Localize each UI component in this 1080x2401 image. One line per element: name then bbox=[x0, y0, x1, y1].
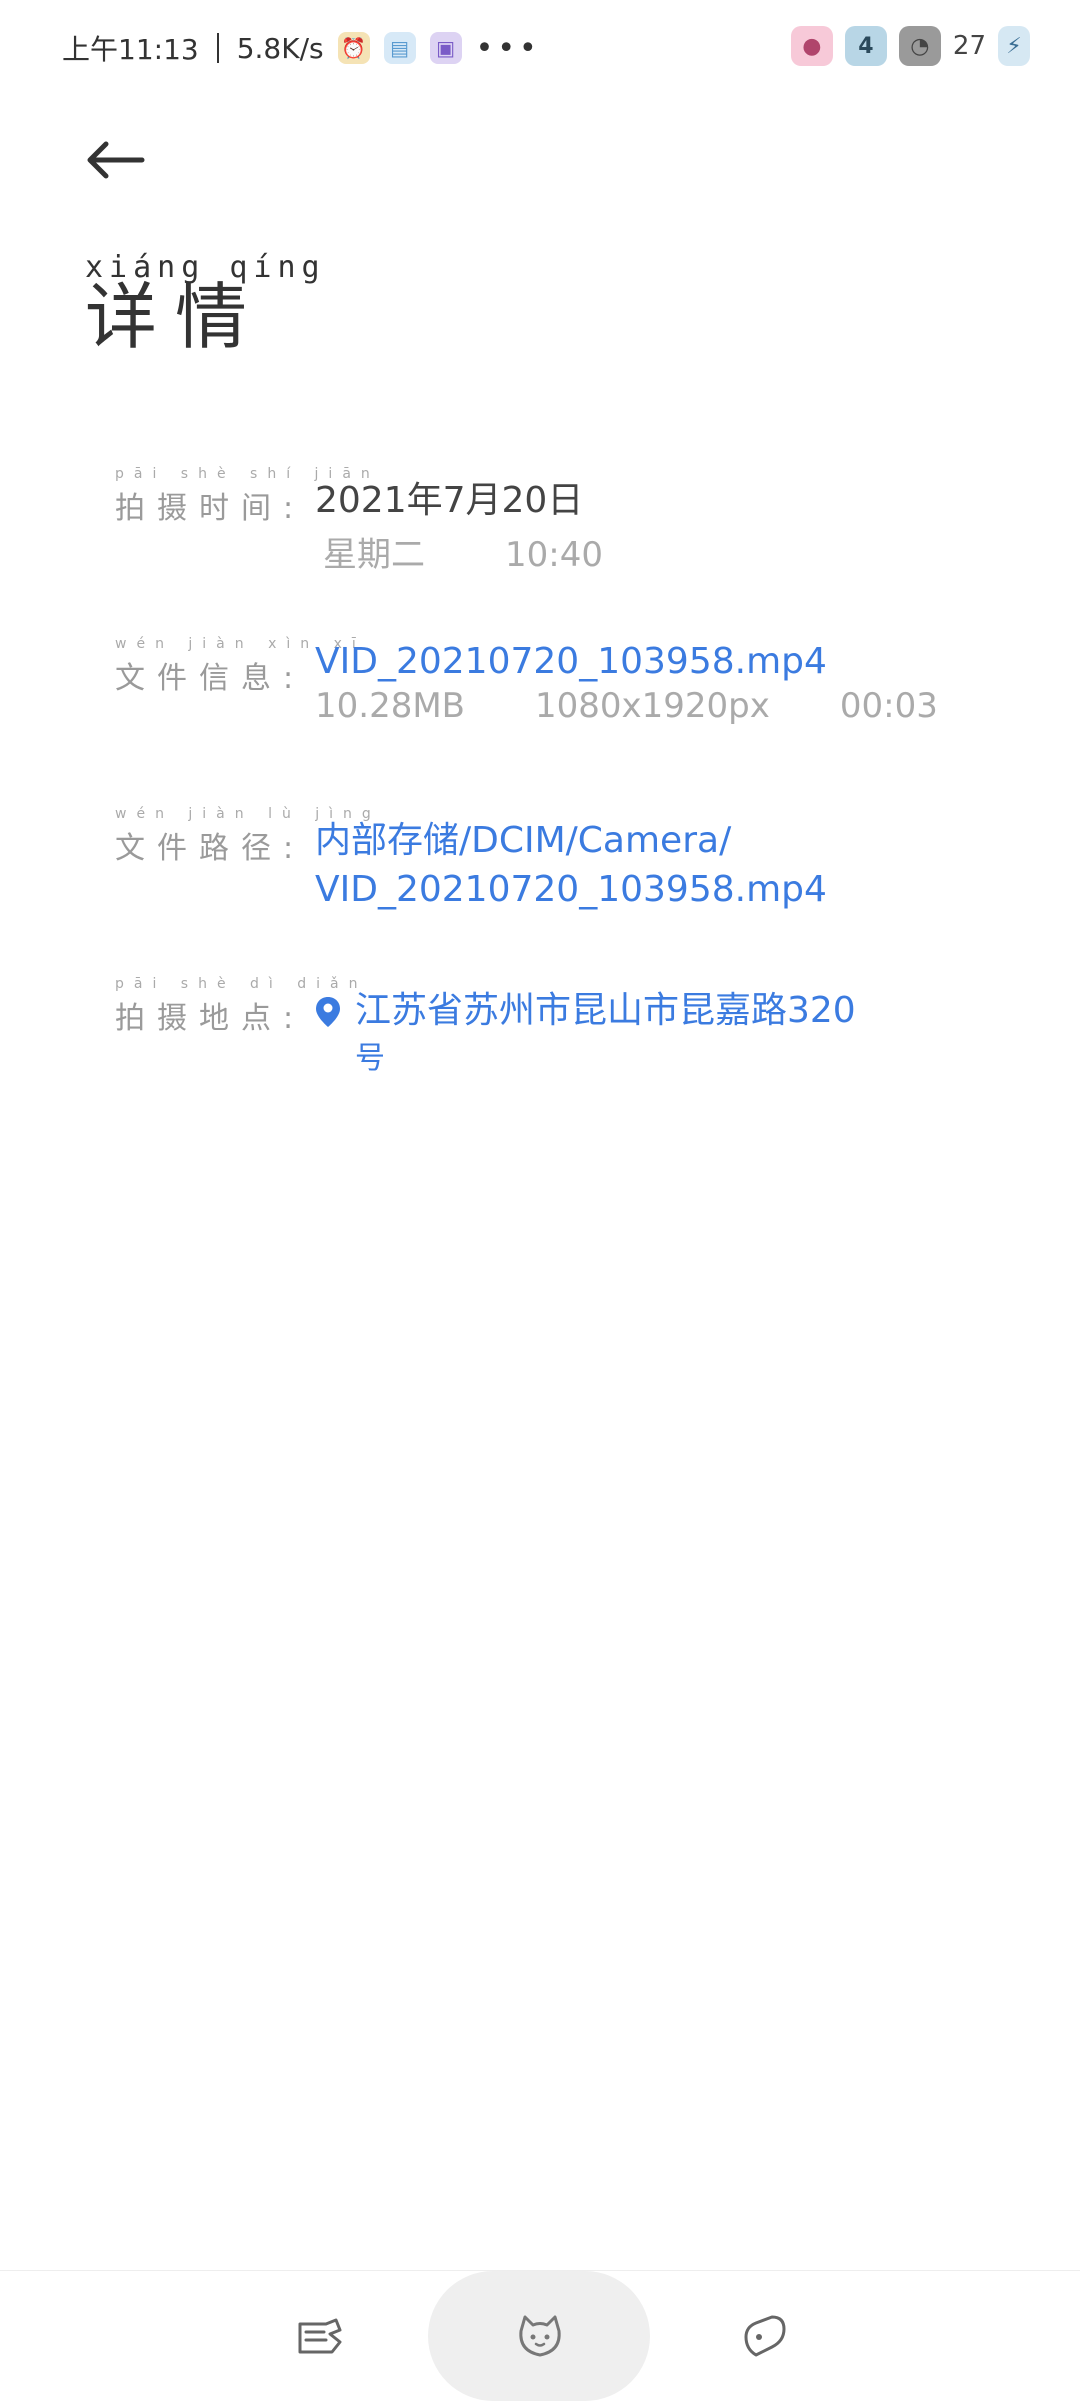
row-value: 2021年7月20日 星期二 10:40 bbox=[315, 465, 1015, 576]
edit-icon bbox=[298, 2318, 342, 2354]
page-title: 详情 bbox=[85, 275, 266, 359]
status-left: 上午11:13 5.8K/s ⏰ ▤ ▣ ••• bbox=[62, 28, 541, 68]
bottom-nav bbox=[0, 2270, 1080, 2401]
back-arrow-icon bbox=[87, 141, 145, 179]
location-line2: 号 bbox=[355, 1041, 385, 1076]
file-name[interactable]: VID_20210720_103958.mp4 bbox=[315, 641, 1015, 682]
row-label: wén jiàn lù jìng 文件路径: bbox=[115, 805, 381, 910]
gallery-icon: ▤ bbox=[383, 32, 416, 64]
location-link[interactable]: 江苏省苏州市昆山市昆嘉路320 号 bbox=[315, 975, 1015, 1077]
battery-level: 27 bbox=[952, 31, 986, 61]
alarm-icon: ⏰ bbox=[337, 32, 370, 64]
label-text: 文件路径: bbox=[115, 831, 306, 866]
battery-icon: ⚡ bbox=[998, 26, 1030, 66]
status-time: 上午11:13 bbox=[62, 33, 199, 66]
file-duration: 00:03 bbox=[839, 686, 938, 726]
hd-signal-icon: ● bbox=[790, 26, 833, 66]
label-pinyin: pāi shè shí jiān bbox=[115, 466, 380, 482]
file-size: 10.28MB bbox=[315, 686, 465, 726]
info-row-path: wén jiàn lù jìng 文件路径: 内部存储/DCIM/Camera/… bbox=[115, 805, 1015, 910]
file-path-link[interactable]: 内部存储/DCIM/Camera/ VID_20210720_103958.mp… bbox=[315, 805, 1015, 910]
file-path-line1: 内部存储/DCIM/Camera/ bbox=[315, 820, 732, 861]
page-title-wrap: xiáng qíng 详情 bbox=[85, 250, 326, 353]
file-meta: 10.28MB 1080x1920px 00:03 bbox=[315, 686, 1015, 726]
label-pinyin: pāi shè dì diǎn bbox=[115, 976, 368, 992]
network-speed: 5.8K/s bbox=[236, 31, 324, 65]
status-right: ● 4 ◔ 27 ⚡ bbox=[790, 26, 1030, 66]
app-icon: ▣ bbox=[429, 32, 462, 64]
label-text: 拍摄地点: bbox=[115, 1001, 306, 1036]
label-pinyin: wén jiàn lù jìng bbox=[115, 806, 381, 822]
cat-face-icon bbox=[519, 2315, 561, 2357]
info-row-time: pāi shè shí jiān 拍摄时间: 2021年7月20日 星期二 10:… bbox=[115, 465, 1015, 576]
wifi-icon: ◔ bbox=[898, 26, 941, 66]
info-row-file: wén jiàn xìn xī 文件信息: VID_20210720_10395… bbox=[115, 635, 1015, 726]
status-separator bbox=[216, 33, 219, 63]
label-pinyin: wén jiàn xìn xī bbox=[115, 636, 366, 652]
row-label: pāi shè shí jiān 拍摄时间: bbox=[115, 465, 380, 576]
shoot-weekday-time: 星期二 10:40 bbox=[315, 527, 1015, 576]
info-row-location: pāi shè dì diǎn 拍摄地点: 江苏省苏州市昆山市昆嘉路320 号 bbox=[115, 975, 1015, 1077]
back-button[interactable] bbox=[80, 130, 150, 190]
nav-share-button[interactable] bbox=[695, 2271, 835, 2401]
location-line1: 江苏省苏州市昆山市昆嘉路320 bbox=[355, 990, 856, 1031]
nav-edit-button[interactable] bbox=[250, 2271, 390, 2401]
location-pin-icon bbox=[316, 997, 340, 1027]
location-line1-wrap: 江苏省苏州市昆山市昆嘉路320 bbox=[315, 981, 1015, 1033]
row-label: wén jiàn xìn xī 文件信息: bbox=[115, 635, 366, 726]
row-value: VID_20210720_103958.mp4 10.28MB 1080x1920… bbox=[315, 635, 1015, 726]
file-path-line2: VID_20210720_103958.mp4 bbox=[315, 869, 827, 910]
shoot-clock: 10:40 bbox=[505, 535, 603, 575]
label-text: 拍摄时间: bbox=[115, 491, 306, 526]
signal-4g-icon: 4 bbox=[844, 26, 887, 66]
shoot-weekday: 星期二 bbox=[323, 535, 425, 575]
nav-cat-button[interactable] bbox=[470, 2271, 610, 2401]
share-icon bbox=[744, 2315, 786, 2357]
file-resolution: 1080x1920px bbox=[535, 686, 770, 726]
row-label: pāi shè dì diǎn 拍摄地点: bbox=[115, 975, 368, 1077]
shoot-date: 2021年7月20日 bbox=[315, 480, 584, 521]
status-bar: 上午11:13 5.8K/s ⏰ ▤ ▣ ••• ● 4 ◔ 27 ⚡ bbox=[0, 0, 1080, 100]
label-text: 文件信息: bbox=[115, 661, 306, 696]
more-icon: ••• bbox=[475, 30, 541, 66]
